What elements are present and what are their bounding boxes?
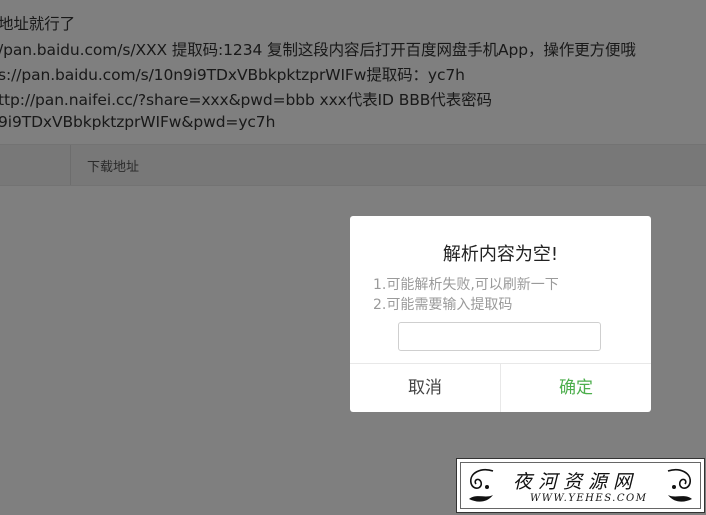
dialog-message: 1.可能解析失败,可以刷新一下 [373, 277, 559, 293]
ornament-left-icon [469, 468, 494, 502]
dialog-footer: 取消 确定 [350, 363, 651, 412]
dialog-message: 2.可能需要输入提取码 [373, 297, 513, 313]
watermark-url: WWW.YEHES.COM [530, 493, 648, 504]
dialog-title: 解析内容为空! [442, 244, 559, 265]
watermark-logo: 夜河资源网 WWW.YEHES.COM [456, 458, 705, 513]
ornament-right-icon [667, 468, 692, 502]
confirm-button[interactable]: 确定 [501, 364, 651, 412]
cancel-button[interactable]: 取消 [350, 364, 501, 412]
watermark-title: 夜河资源网 [513, 471, 639, 493]
parse-empty-dialog: 解析内容为空! 1.可能解析失败,可以刷新一下 2.可能需要输入提取码 取消 确… [350, 216, 651, 412]
extraction-code-input[interactable] [398, 322, 601, 351]
